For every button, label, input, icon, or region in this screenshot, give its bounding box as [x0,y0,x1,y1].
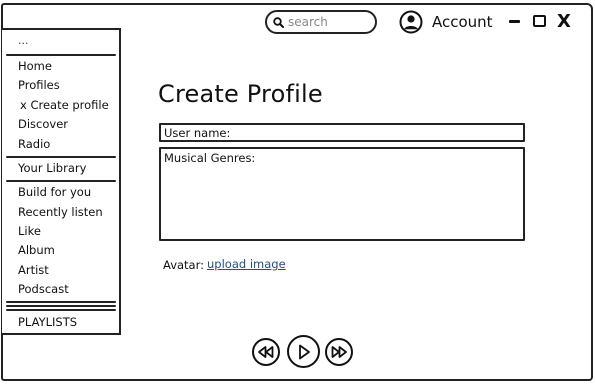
play-button[interactable] [287,335,320,368]
sidebar-item-radio[interactable]: Radio [18,137,50,151]
account-menu[interactable]: Account [399,8,493,36]
sidebar-item-podscast[interactable]: Podscast [18,282,69,296]
sidebar-item-home[interactable]: Home [18,59,52,73]
sidebar-item-build-for-you[interactable]: Build for you [18,185,91,199]
sidebar: ... Home Profiles x Create profile Disco… [2,28,121,335]
sidebar-item-recently-listen[interactable]: Recently listen [18,205,103,219]
search-input[interactable] [288,15,368,29]
divider [6,156,116,158]
sidebar-item-playlists[interactable]: PLAYLISTS [18,315,77,329]
maximize-button[interactable] [530,10,548,32]
rewind-icon [258,346,274,358]
account-label: Account [432,13,493,31]
musical-genres-label: Musical Genres: [164,151,256,165]
fast-forward-icon [331,346,347,358]
sidebar-item-your-library[interactable]: Your Library [18,161,86,175]
minimize-icon [508,19,520,23]
sidebar-more[interactable]: ... [18,35,29,46]
avatar-label: Avatar: [163,258,205,272]
divider [6,301,116,303]
sidebar-item-like[interactable]: Like [18,224,41,238]
close-icon: X [557,10,571,32]
sidebar-item-create-profile[interactable]: x Create profile [20,98,109,112]
sidebar-item-album[interactable]: Album [18,243,55,257]
divider [6,305,116,307]
search-box[interactable] [265,10,377,34]
close-button[interactable]: X [555,10,573,32]
sidebar-item-artist[interactable]: Artist [18,263,49,277]
previous-button[interactable] [252,338,280,366]
maximize-icon [532,15,546,27]
search-icon [273,16,284,28]
play-icon [298,344,310,359]
divider [6,309,116,311]
upload-image-link[interactable]: upload image [207,257,286,271]
next-button[interactable] [325,338,353,366]
sidebar-item-profiles[interactable]: Profiles [18,78,60,92]
divider [6,54,116,56]
minimize-button[interactable] [506,10,522,32]
user-circle-icon [399,10,423,34]
divider [6,180,116,182]
sidebar-item-discover[interactable]: Discover [18,117,68,131]
musical-genres-field[interactable]: Musical Genres: [159,147,525,241]
username-field[interactable]: User name: [159,123,525,142]
page-title: Create Profile [158,80,323,108]
username-label: User name: [164,126,231,140]
